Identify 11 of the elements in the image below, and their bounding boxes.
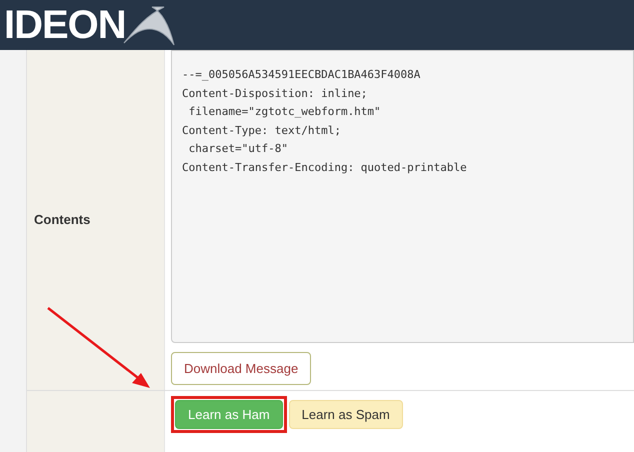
header-line: Content-Type: text/html; [182,122,342,138]
header-line: charset="utf-8" [188,141,289,157]
download-message-button[interactable]: Download Message [171,352,312,385]
header-line: --=_005056A534591EECBDAC1BA463F4008A [182,67,422,83]
contents-textarea[interactable]: --=_005056A534591EECBDAC1BA463F4008A Content-Disposition: inline; filename="zgtotc_webform.htm" Content-Type: text/html; charset="utf-8" Content-Transfer-Encoding: quoted-printable [171,50,634,343]
header-line: filename="zgtotc_webform.htm" [188,104,382,120]
header-line: Content-Disposition: inline; [182,86,368,102]
contents-label: Contents [34,211,90,230]
learn-spam-button[interactable]: Learn as Spam [288,400,403,429]
logo-text: IDEON [4,5,126,45]
header-line: Content-Transfer-Encoding: quoted-printable [182,160,468,176]
